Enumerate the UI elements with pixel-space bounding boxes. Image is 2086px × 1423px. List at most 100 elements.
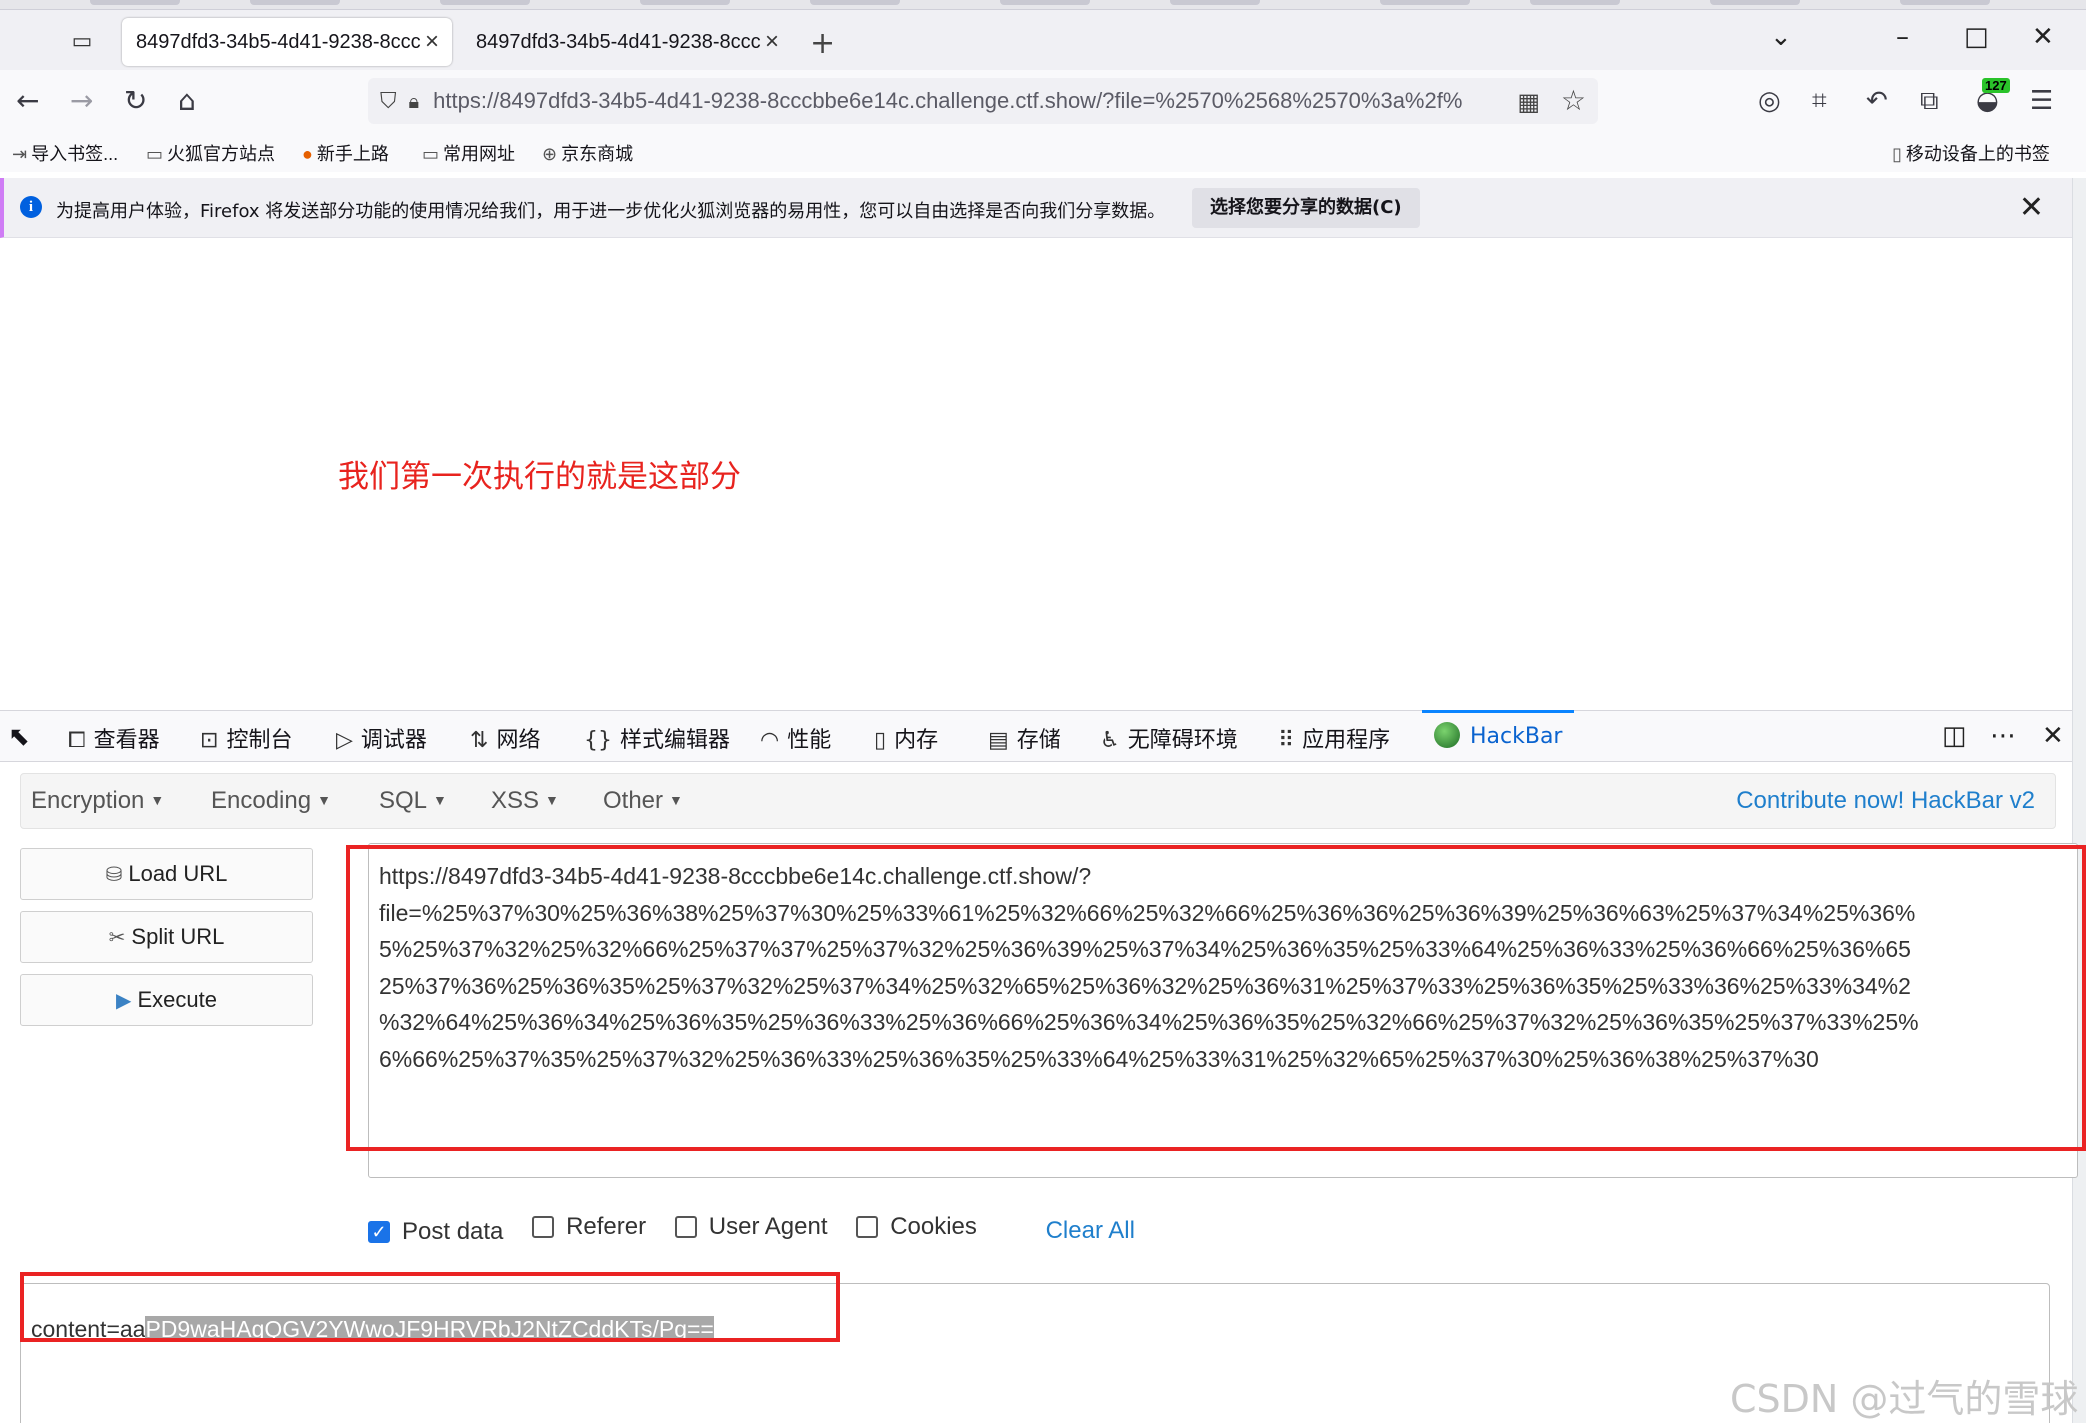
contribute-link[interactable]: Contribute now! HackBar v2 [1736, 787, 2035, 815]
caret-down-icon: ▼ [433, 792, 447, 808]
option-label: User Agent [708, 1213, 828, 1240]
back-icon[interactable]: ← [16, 84, 39, 117]
scrollbar[interactable] [2072, 178, 2086, 1423]
reload-icon[interactable]: ↻ [124, 84, 147, 117]
menu-label: Encryption [31, 787, 145, 814]
undo-icon[interactable]: ↶ [1866, 86, 1888, 116]
address-url[interactable]: https://8497dfd3-34b5-4d41-9238-8cccbbe6… [433, 88, 1463, 114]
bookmark-firefox-site[interactable]: ▭ 火狐官方站点 [146, 140, 275, 166]
tab-label: 查看器 [93, 728, 160, 753]
shield-icon[interactable]: ⛉ [380, 89, 397, 114]
tab-debugger[interactable]: ▷ 调试器 [336, 722, 427, 754]
console-icon: ⊡ [200, 728, 219, 753]
bookmark-common-sites[interactable]: ▭ 常用网址 [422, 140, 515, 166]
mobile-bookmarks[interactable]: ▯ 移动设备上的书签 [1892, 140, 2050, 166]
tab-title: 8497dfd3-34b5-4d41-9238-8ccc [476, 30, 761, 53]
info-icon: i [20, 196, 42, 218]
element-picker-icon[interactable]: ⬉ [8, 722, 30, 752]
menu-sql[interactable]: SQL ▼ [379, 787, 447, 815]
post-data-checkbox[interactable]: ✓ Post data [368, 1218, 503, 1246]
tab-style-editor[interactable]: {} 样式编辑器 [584, 722, 730, 754]
tab-list-icon[interactable]: ▭ [62, 24, 102, 58]
cropped-tab [1380, 0, 1470, 5]
extensions-icon[interactable]: ⧉ [1920, 86, 1939, 117]
cropped-tab [1170, 0, 1260, 5]
bookmark-getting-started[interactable]: ● 新手上路 [302, 140, 389, 166]
chevron-down-icon[interactable]: ⌄ [1770, 22, 1792, 52]
screenshot-crop-icon[interactable]: ⌗ [1812, 86, 1827, 117]
network-icon: ⇅ [470, 728, 489, 753]
execute-button[interactable]: ▶ Execute [20, 974, 313, 1026]
address-bar[interactable]: ⛉ 🔒︎ https://8497dfd3-34b5-4d41-9238-8cc… [368, 78, 1598, 124]
bookmark-label: 火狐官方站点 [167, 144, 276, 164]
caret-down-icon: ▼ [669, 792, 683, 808]
play-icon: ▶ [116, 989, 132, 1012]
dock-side-icon[interactable]: ◫ [1942, 721, 1967, 751]
close-icon[interactable]: ✕ [2019, 190, 2044, 225]
load-url-button[interactable]: ⛁ Load URL [20, 848, 313, 900]
annotation-text: 我们第一次执行的就是这部分 [338, 459, 741, 495]
clear-all-link[interactable]: Clear All [1046, 1217, 1135, 1244]
bookmark-star-icon[interactable]: ☆ [1561, 84, 1586, 117]
referer-checkbox[interactable]: Referer [532, 1213, 646, 1241]
tab-label: 网络 [496, 728, 541, 753]
tab-label: 应用程序 [1302, 728, 1391, 753]
csdn-watermark: CSDN @过气的雪球 [1730, 1377, 2079, 1421]
choose-data-button[interactable]: 选择您要分享的数据(C) [1192, 188, 1420, 228]
cropped-tab [1000, 0, 1090, 5]
devtools-toolbar: ⬉ ⧠ 查看器 ⊡ 控制台 ▷ 调试器 ⇅ 网络 {} 样式编辑器 ◠ 性能 ▯ 内存 ▤ 存储… [0, 710, 2072, 762]
bookmark-import[interactable]: ⇥ 导入书签... [12, 140, 118, 166]
menu-label: Other [603, 787, 664, 814]
maximize-icon[interactable]: □ [1964, 22, 1989, 52]
forward-icon[interactable]: → [70, 84, 93, 117]
more-options-icon[interactable]: ⋯ [1990, 721, 2016, 751]
checkbox-box[interactable] [856, 1216, 879, 1238]
checkbox-box[interactable] [532, 1216, 555, 1238]
menu-icon[interactable]: ☰ [2030, 86, 2053, 116]
browser-tab-active[interactable]: 8497dfd3-34b5-4d41-9238-8ccc × [122, 18, 452, 66]
tab-storage[interactable]: ▤ 存储 [988, 722, 1061, 754]
menu-label: XSS [491, 787, 540, 814]
os-taskbar-strip [0, 0, 2086, 10]
inspector-icon: ⧠ [68, 728, 86, 753]
tab-hackbar[interactable]: HackBar [1421, 710, 1576, 749]
menu-encoding[interactable]: Encoding ▼ [211, 787, 331, 815]
account-icon[interactable]: ◎ [1758, 86, 1781, 116]
bookmark-jd[interactable]: ⊕ 京东商城 [542, 140, 633, 166]
user-agent-checkbox[interactable]: User Agent [674, 1213, 828, 1241]
qr-code-icon[interactable]: ▦ [1517, 88, 1540, 116]
tab-performance[interactable]: ◠ 性能 [760, 722, 831, 754]
tab-inspector[interactable]: ⧠ 查看器 [68, 722, 160, 754]
menu-xss[interactable]: XSS ▼ [491, 787, 559, 815]
tab-console[interactable]: ⊡ 控制台 [200, 722, 292, 754]
cookies-checkbox[interactable]: Cookies [856, 1213, 977, 1241]
cropped-tab [1710, 0, 1800, 5]
window-close-icon[interactable]: ✕ [2032, 22, 2054, 52]
grid-icon: ⠿ [1278, 728, 1295, 753]
menu-other[interactable]: Other ▼ [603, 787, 683, 815]
tab-label: 无障碍环境 [1127, 728, 1238, 753]
browser-tab[interactable]: 8497dfd3-34b5-4d41-9238-8ccc × [462, 18, 792, 66]
bookmarks-toolbar: ⇥ 导入书签... ▭ 火狐官方站点 ● 新手上路 ▭ 常用网址 ⊕ 京东商城 ▯ 移动设备… [0, 134, 2086, 172]
phone-icon: ▯ [1892, 144, 1902, 164]
split-url-button[interactable]: ✂ Split URL [20, 911, 313, 963]
home-icon[interactable]: ⌂ [178, 84, 196, 117]
tab-network[interactable]: ⇅ 网络 [470, 722, 540, 754]
tab-label: 内存 [894, 728, 939, 753]
tab-memory[interactable]: ▯ 内存 [874, 722, 938, 754]
close-devtools-icon[interactable]: ✕ [2042, 721, 2064, 751]
memory-chip-icon: ▯ [874, 728, 887, 753]
hackbar-logo-icon [1434, 722, 1460, 748]
close-icon[interactable]: × [765, 28, 779, 56]
checkbox-box[interactable] [674, 1216, 697, 1238]
folder-icon: ▭ [422, 144, 440, 164]
close-icon[interactable]: × [425, 28, 439, 56]
checkmark-icon[interactable]: ✓ [368, 1221, 390, 1243]
minimize-icon[interactable]: – [1896, 22, 1909, 52]
tab-application[interactable]: ⠿ 应用程序 [1278, 722, 1390, 754]
extension-badge: 127 [1982, 78, 2010, 93]
menu-encryption[interactable]: Encryption ▼ [31, 787, 164, 815]
tab-accessibility[interactable]: ♿︎ 无障碍环境 [1100, 722, 1238, 754]
lock-icon[interactable]: 🔒︎ [409, 89, 420, 113]
new-tab-icon[interactable]: + [810, 26, 835, 61]
